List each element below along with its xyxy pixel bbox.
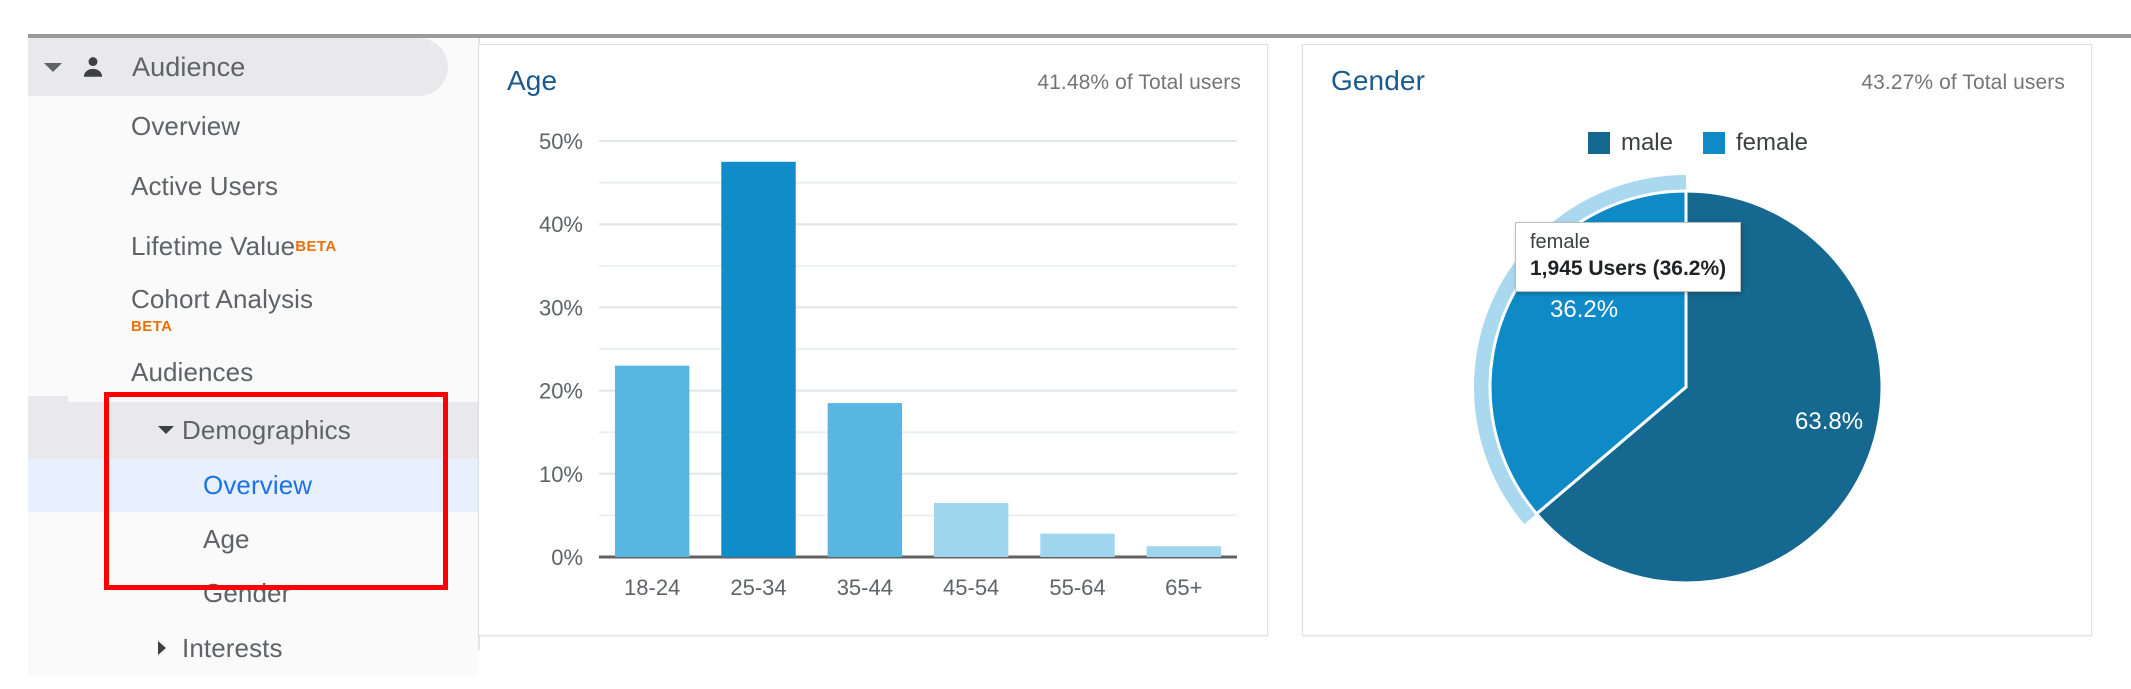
svg-text:25-34: 25-34 bbox=[730, 575, 786, 600]
sidebar: Audience Overview Active Users Lifetime … bbox=[28, 38, 480, 676]
svg-text:30%: 30% bbox=[539, 295, 583, 320]
sidebar-item-audiences[interactable]: Audiences bbox=[28, 342, 478, 402]
svg-text:40%: 40% bbox=[539, 212, 583, 237]
beta-badge: BETA bbox=[295, 237, 337, 255]
svg-text:10%: 10% bbox=[539, 462, 583, 487]
sidebar-item-active-users[interactable]: Active Users bbox=[28, 156, 478, 216]
pie-slice-label-male: 63.8% bbox=[1795, 408, 1864, 435]
sidebar-item-demographics-gender[interactable]: Gender bbox=[28, 566, 478, 620]
svg-text:45-54: 45-54 bbox=[943, 575, 999, 600]
caret-down-icon[interactable] bbox=[158, 426, 174, 434]
sidebar-item-label: Gender bbox=[203, 577, 291, 608]
svg-text:0%: 0% bbox=[551, 545, 583, 570]
gender-card: Gender 43.27% of Total users male female bbox=[1302, 44, 2092, 636]
svg-text:65+: 65+ bbox=[1165, 575, 1202, 600]
svg-text:35-44: 35-44 bbox=[837, 575, 893, 600]
sidebar-item-label: Lifetime Value bbox=[131, 230, 296, 261]
pie-tooltip: female 1,945 Users (36.2%) bbox=[1515, 222, 1742, 293]
svg-text:55-64: 55-64 bbox=[1049, 575, 1105, 600]
sidebar-item-label: Overview bbox=[203, 469, 313, 500]
sidebar-group-label: Interests bbox=[182, 632, 283, 663]
sidebar-item-label: Audience bbox=[132, 51, 246, 82]
caret-down-icon[interactable] bbox=[44, 62, 62, 72]
svg-text:18-24: 18-24 bbox=[624, 575, 680, 600]
age-bar-chart[interactable]: 0% 10% 20% 30% 40% 50% 18-24 25-34 35-44 45-54 55-… bbox=[479, 45, 1269, 637]
sidebar-item-overview[interactable]: Overview bbox=[28, 96, 478, 156]
svg-text:20%: 20% bbox=[539, 379, 583, 404]
sidebar-item-demographics-age[interactable]: Age bbox=[28, 512, 478, 566]
sidebar-item-label: Age bbox=[203, 523, 250, 554]
sidebar-item-label: Overview bbox=[131, 110, 241, 141]
sidebar-group-label: Demographics bbox=[182, 414, 351, 445]
sidebar-item-cohort-analysis[interactable]: Cohort Analysis BETA bbox=[28, 276, 478, 342]
age-card: Age 41.48% of Total users 0% 10% 20% 30% 40%… bbox=[478, 44, 1268, 636]
person-icon bbox=[80, 54, 106, 80]
screenshot-root: Audience Overview Active Users Lifetime … bbox=[0, 0, 2131, 689]
svg-text:50%: 50% bbox=[539, 129, 583, 154]
tooltip-title: female bbox=[1530, 231, 1591, 253]
sidebar-group-interests[interactable]: Interests bbox=[28, 620, 478, 676]
sidebar-rail-overview-active bbox=[28, 452, 68, 508]
pie-slice-label-female: 36.2% bbox=[1550, 296, 1619, 323]
gender-pie-chart[interactable] bbox=[1303, 45, 2093, 637]
sidebar-item-audience[interactable]: Audience bbox=[28, 38, 448, 96]
sidebar-item-label: Active Users bbox=[131, 170, 279, 201]
sidebar-item-demographics-overview[interactable]: Overview bbox=[28, 458, 478, 512]
sidebar-item-lifetime-value[interactable]: Lifetime Value BETA bbox=[28, 216, 478, 276]
sidebar-item-label: Cohort Analysis bbox=[131, 284, 314, 314]
sidebar-item-label: Audiences bbox=[131, 356, 254, 387]
caret-right-icon[interactable] bbox=[158, 641, 166, 655]
tooltip-value: 1,945 Users (36.2%) bbox=[1530, 257, 1727, 280]
top-strip bbox=[0, 0, 2131, 38]
sidebar-group-demographics[interactable]: Demographics bbox=[28, 402, 478, 458]
beta-badge: BETA bbox=[131, 318, 173, 335]
